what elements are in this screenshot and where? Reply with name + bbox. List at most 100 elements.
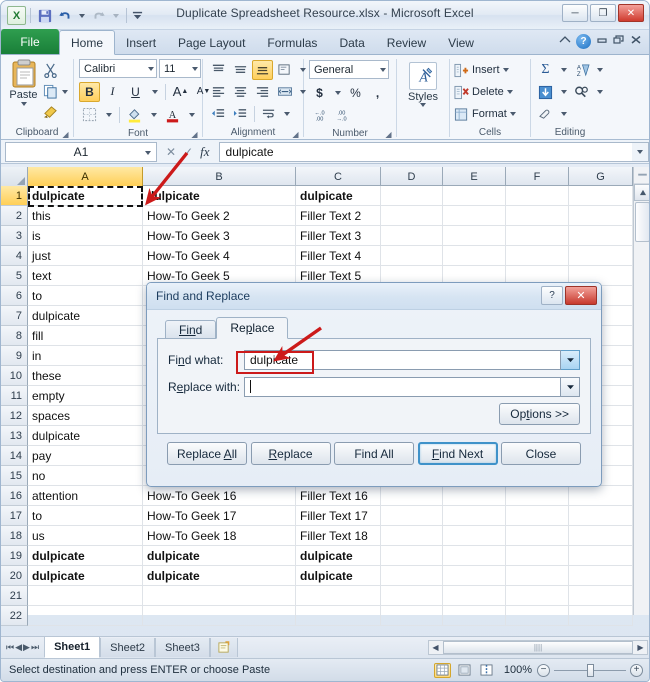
tab-data[interactable]: Data (328, 31, 375, 54)
tab-formulas[interactable]: Formulas (256, 31, 328, 54)
dialog-tab-replace[interactable]: Replace (216, 317, 289, 339)
cell-b20[interactable]: dulpicate (143, 566, 296, 586)
cell-a5[interactable]: text (28, 266, 143, 286)
middle-align-button[interactable] (230, 60, 251, 80)
find-what-dropdown-icon[interactable] (561, 349, 580, 370)
tab-view[interactable]: View (437, 31, 485, 54)
page-break-view-button[interactable] (478, 663, 495, 678)
cell-b17[interactable]: How-To Geek 17 (143, 506, 296, 526)
align-left-button[interactable] (208, 82, 229, 102)
horizontal-scrollbar[interactable]: ◀ |||| ▶ (428, 640, 648, 655)
alignment-dialog-launcher-icon[interactable]: ◢ (291, 130, 300, 139)
autosum-button[interactable]: Σ (535, 60, 556, 80)
cell-a16[interactable]: attention (28, 486, 143, 506)
restore-button[interactable]: ❐ (590, 4, 616, 22)
cell-f20[interactable] (506, 566, 569, 586)
cell-a4[interactable]: just (28, 246, 143, 266)
replace-with-dropdown-icon[interactable] (561, 376, 580, 397)
cell-e19[interactable] (443, 546, 506, 566)
minimize-button[interactable]: ─ (562, 4, 588, 22)
cell-f21[interactable] (506, 586, 569, 606)
cell-a7[interactable]: dulpicate (28, 306, 143, 326)
fill-button[interactable] (535, 82, 556, 102)
fill-color-button[interactable] (124, 105, 145, 125)
tab-page-layout[interactable]: Page Layout (167, 31, 256, 54)
cell-a22[interactable] (28, 606, 143, 626)
cell-c17[interactable]: Filler Text 17 (296, 506, 381, 526)
expand-formula-bar-icon[interactable] (632, 141, 649, 162)
cell-d19[interactable] (381, 546, 443, 566)
cell-d1[interactable] (381, 186, 443, 206)
zoom-out-button[interactable]: − (537, 663, 550, 677)
cell-a6[interactable]: to (28, 286, 143, 306)
options-button[interactable]: Options >> (499, 403, 580, 425)
cell-f17[interactable] (506, 506, 569, 526)
cell-f1[interactable] (506, 186, 569, 206)
column-header-b[interactable]: B (143, 167, 296, 186)
cut-button[interactable] (41, 61, 68, 80)
cell-d21[interactable] (381, 586, 443, 606)
row-header-11[interactable]: 11 (1, 386, 28, 406)
row-header-7[interactable]: 7 (1, 306, 28, 326)
cell-a19[interactable]: dulpicate (28, 546, 143, 566)
column-header-a[interactable]: A (28, 167, 143, 186)
find-all-button[interactable]: Find All (334, 442, 414, 465)
cell-g21[interactable] (569, 586, 633, 606)
cell-a13[interactable]: dulpicate (28, 426, 143, 446)
name-box-dropdown-icon[interactable] (145, 150, 151, 155)
cell-b16[interactable]: How-To Geek 16 (143, 486, 296, 506)
sort-filter-dropdown-icon[interactable] (593, 61, 606, 80)
cell-d20[interactable] (381, 566, 443, 586)
zoom-level[interactable]: 100% (500, 664, 532, 676)
italic-button[interactable]: I (102, 82, 123, 102)
font-dialog-launcher-icon[interactable]: ◢ (190, 130, 199, 139)
cell-a14[interactable]: pay (28, 446, 143, 466)
format-cells-dropdown-icon[interactable] (509, 112, 516, 116)
cell-e16[interactable] (443, 486, 506, 506)
delete-cells-button[interactable]: Delete (454, 81, 513, 103)
sheet-tab-sheet3[interactable]: Sheet3 (155, 638, 210, 657)
font-size-dropdown-icon[interactable] (192, 66, 198, 71)
cell-c2[interactable]: Filler Text 2 (296, 206, 381, 226)
cell-a17[interactable]: to (28, 506, 143, 526)
scrollbar-thumb[interactable] (635, 202, 649, 242)
cell-b19[interactable]: dulpicate (143, 546, 296, 566)
cell-e2[interactable] (443, 206, 506, 226)
clipboard-dialog-launcher-icon[interactable]: ◢ (61, 130, 70, 139)
cell-f16[interactable] (506, 486, 569, 506)
nav-prev-icon[interactable]: ◀ (15, 642, 22, 653)
cell-c21[interactable] (296, 586, 381, 606)
cell-d18[interactable] (381, 526, 443, 546)
cell-g18[interactable] (569, 526, 633, 546)
row-header-20[interactable]: 20 (1, 566, 28, 586)
cell-c19[interactable]: dulpicate (296, 546, 381, 566)
bottom-align-button[interactable] (252, 60, 273, 80)
cell-a20[interactable]: dulpicate (28, 566, 143, 586)
cell-e21[interactable] (443, 586, 506, 606)
align-right-button[interactable] (252, 82, 273, 102)
find-next-button[interactable]: Find Next (417, 442, 498, 465)
cell-b2[interactable]: How-To Geek 2 (143, 206, 296, 226)
top-align-button[interactable] (208, 60, 229, 80)
cell-a21[interactable] (28, 586, 143, 606)
replace-all-button[interactable]: Replace All (167, 442, 247, 465)
column-header-d[interactable]: D (381, 167, 443, 186)
wrap-text-button[interactable] (258, 104, 279, 124)
clear-dropdown-icon[interactable] (557, 105, 570, 124)
cell-d3[interactable] (381, 226, 443, 246)
orientation-button[interactable] (274, 60, 295, 80)
cell-g1[interactable] (569, 186, 633, 206)
row-header-9[interactable]: 9 (1, 346, 28, 366)
increase-indent-button[interactable] (230, 104, 251, 124)
cell-g19[interactable] (569, 546, 633, 566)
dialog-tab-find[interactable]: Find (165, 320, 217, 339)
copy-button[interactable] (41, 82, 68, 101)
cell-f3[interactable] (506, 226, 569, 246)
cell-c20[interactable]: dulpicate (296, 566, 381, 586)
column-header-c[interactable]: C (296, 167, 381, 186)
bold-button[interactable]: B (79, 81, 100, 102)
confirm-edit-icon[interactable]: ✓ (183, 145, 193, 159)
decrease-indent-button[interactable] (208, 104, 229, 124)
hscroll-right-icon[interactable]: ▶ (634, 641, 647, 654)
row-header-21[interactable]: 21 (1, 586, 28, 606)
